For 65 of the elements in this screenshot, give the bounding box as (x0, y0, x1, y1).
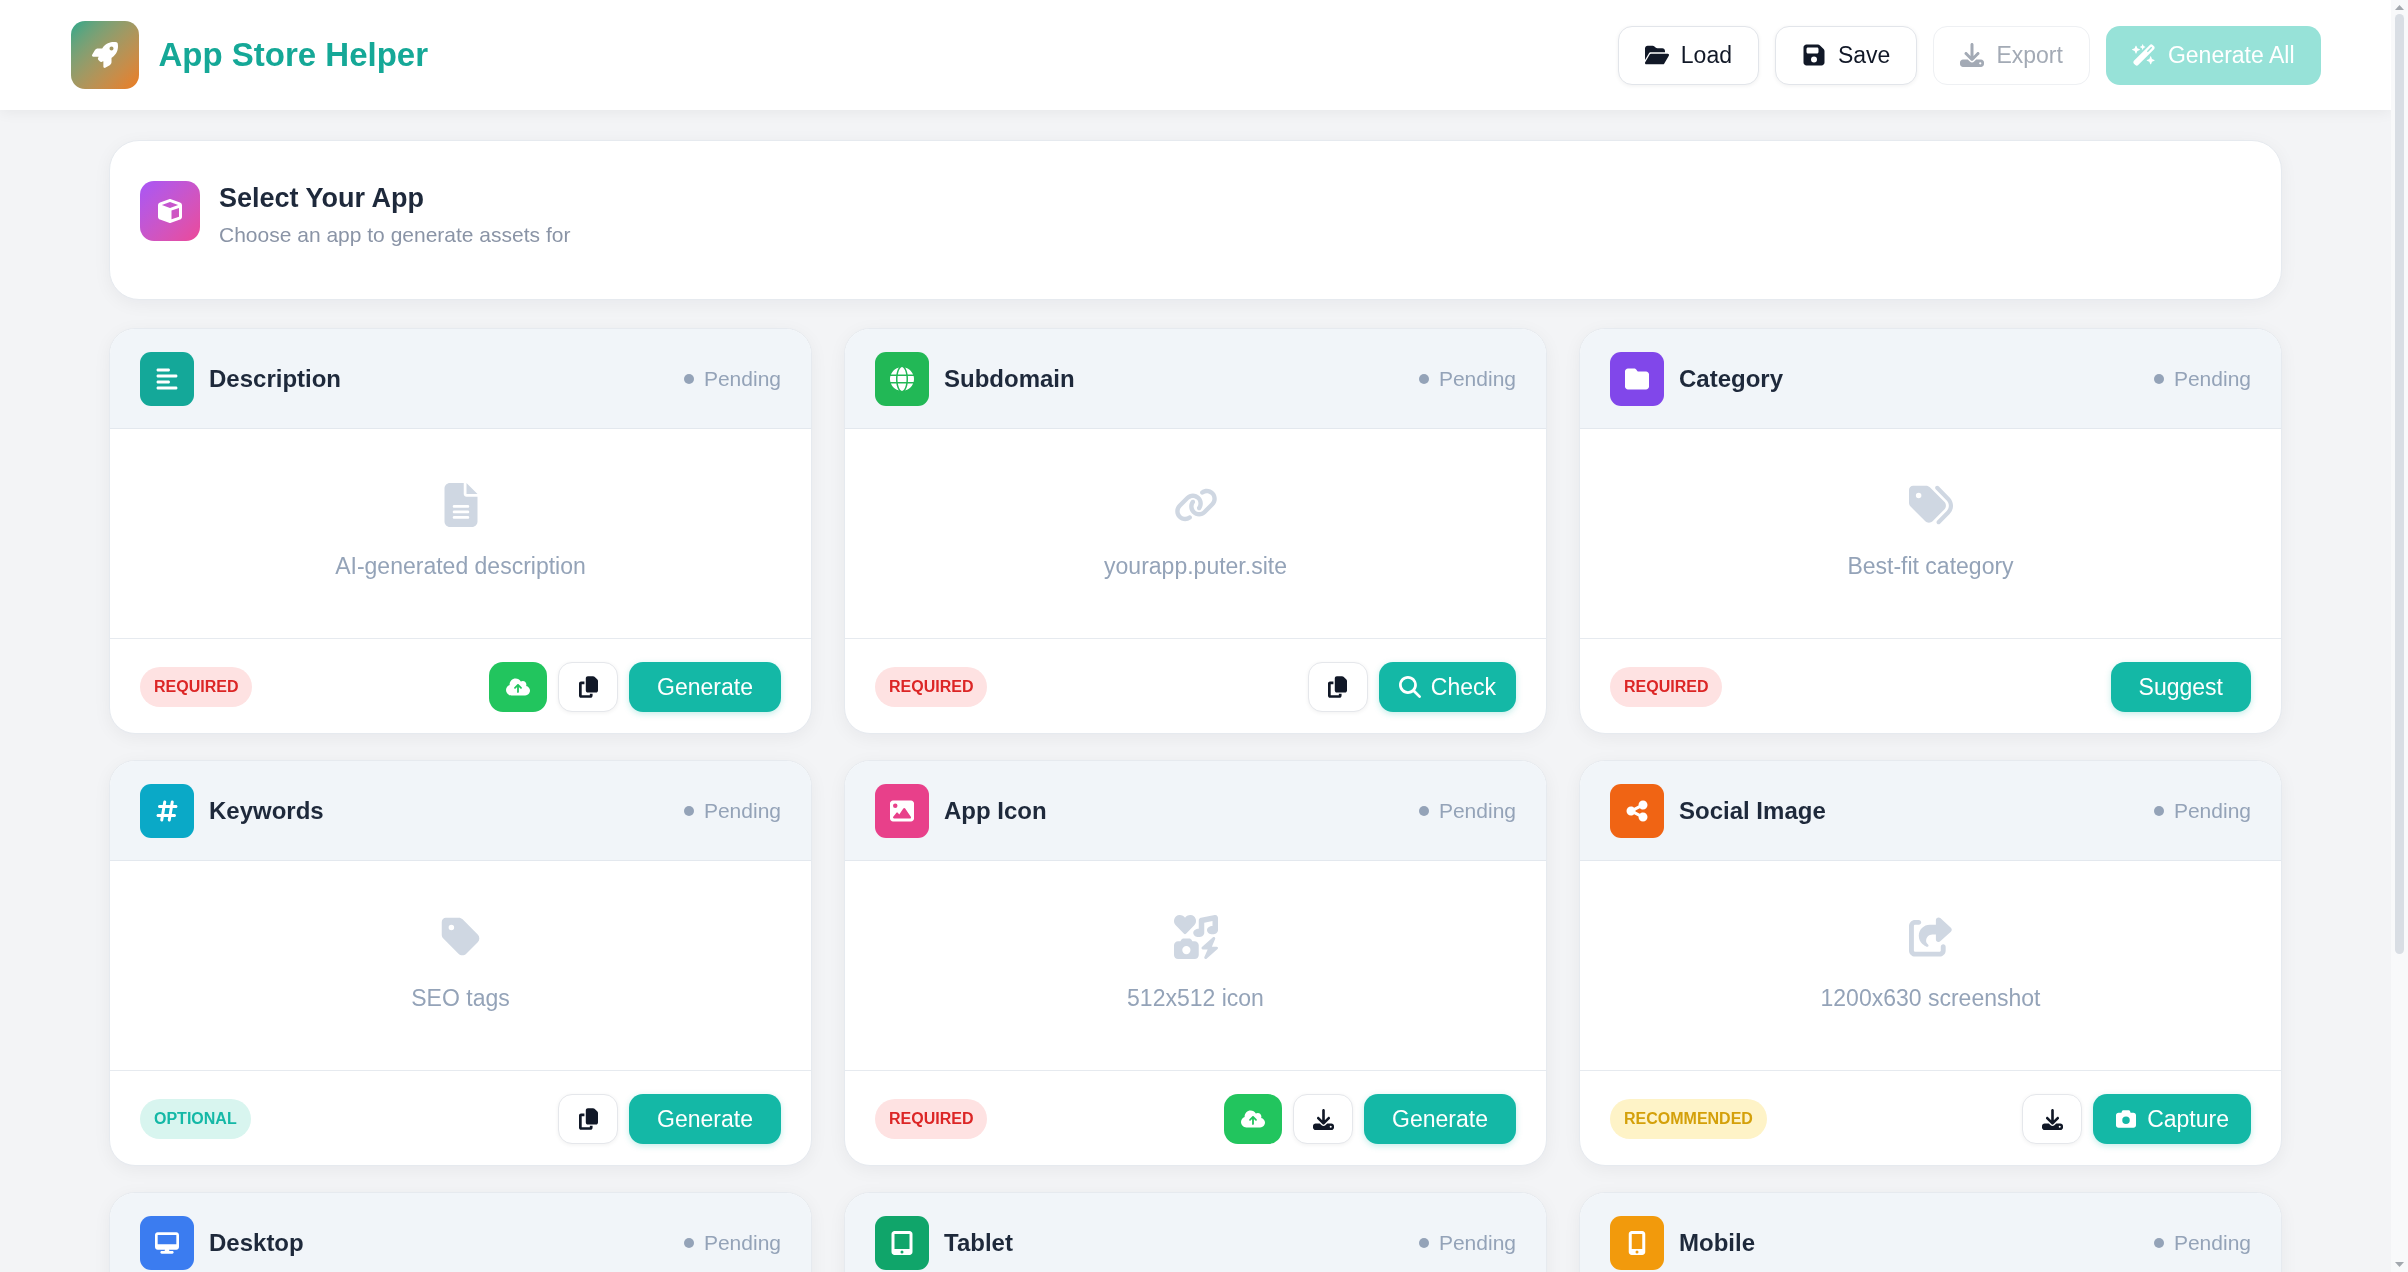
card-title: Subdomain (944, 363, 1075, 394)
load-button[interactable]: Load (1617, 25, 1759, 85)
download-button[interactable] (1293, 1094, 1354, 1144)
copy-button[interactable] (1307, 662, 1368, 712)
empty-state-text: yourapp.puter.site (1104, 552, 1287, 582)
caret-down-icon (2395, 1262, 2404, 1267)
app-title: App Store Helper (158, 35, 429, 76)
requirement-label: REQUIRED (1610, 667, 1723, 707)
caret-up-icon (2395, 5, 2404, 10)
copy-icon (578, 676, 598, 698)
card-title: Description (209, 363, 342, 394)
copy-icon (578, 1108, 598, 1130)
share-arrow-icon (1908, 915, 1953, 960)
card-title: Category (1679, 363, 1784, 394)
cloud-upload-icon (506, 677, 531, 697)
folder-open-icon (1644, 43, 1669, 67)
status-text: Pending (1438, 1229, 1516, 1256)
download-button[interactable] (2022, 1094, 2083, 1144)
shapes-icon (1173, 915, 1218, 960)
card-title: App Icon (944, 795, 1047, 826)
magic-wand-icon (2131, 43, 2156, 67)
empty-state-text: Best-fit category (1847, 552, 2014, 582)
card-title: Tablet (944, 1227, 1013, 1258)
section-subtitle: Choose an app to generate assets for (219, 222, 571, 248)
status-text: Pending (1438, 365, 1516, 392)
requirement-label: OPTIONAL (140, 1099, 251, 1139)
download-icon (2041, 1108, 2063, 1130)
requirement-label: REQUIRED (875, 667, 988, 707)
search-icon (1398, 676, 1421, 698)
suggest-button[interactable]: Suggest (2110, 662, 2251, 712)
status-text: Pending (2173, 365, 2251, 392)
scrollbar-thumb[interactable] (2395, 14, 2404, 954)
download-icon (1312, 1108, 1334, 1130)
status-text: Pending (703, 797, 781, 824)
card-title: Desktop (209, 1227, 304, 1258)
empty-state-text: AI-generated description (335, 552, 586, 582)
card-title: Keywords (209, 795, 324, 826)
download-icon (1960, 43, 1985, 67)
cube-icon (140, 181, 200, 241)
empty-state-text: SEO tags (411, 984, 510, 1014)
empty-state-text: 512x512 icon (1127, 984, 1264, 1014)
generate-button[interactable]: Generate (629, 1094, 781, 1144)
status-text: Pending (2173, 797, 2251, 824)
status-text: Pending (703, 365, 781, 392)
requirement-label: REQUIRED (140, 667, 253, 707)
copy-icon (1328, 676, 1348, 698)
generate-button[interactable]: Generate (629, 662, 781, 712)
status-text: Pending (2173, 1229, 2251, 1256)
check-button[interactable]: Check (1378, 662, 1516, 712)
copy-button[interactable] (558, 662, 619, 712)
save-button[interactable]: Save (1775, 25, 1918, 85)
requirement-label: RECOMMENDED (1610, 1099, 1767, 1139)
requirement-label: REQUIRED (875, 1099, 988, 1139)
capture-button[interactable]: Capture (2093, 1094, 2251, 1144)
section-title: Select Your App (219, 182, 426, 215)
camera-icon (2115, 1109, 2138, 1129)
empty-state-text: 1200x630 screenshot (1820, 984, 2041, 1014)
copy-button[interactable] (558, 1094, 619, 1144)
rocket-icon (70, 21, 139, 89)
card-title: Social Image (1679, 795, 1826, 826)
cloud-upload-icon (1241, 1109, 1266, 1129)
status-text: Pending (1438, 797, 1516, 824)
card-title: Mobile (1679, 1227, 1755, 1258)
generate-button[interactable]: Generate (1364, 1094, 1516, 1144)
status-text: Pending (703, 1229, 781, 1256)
